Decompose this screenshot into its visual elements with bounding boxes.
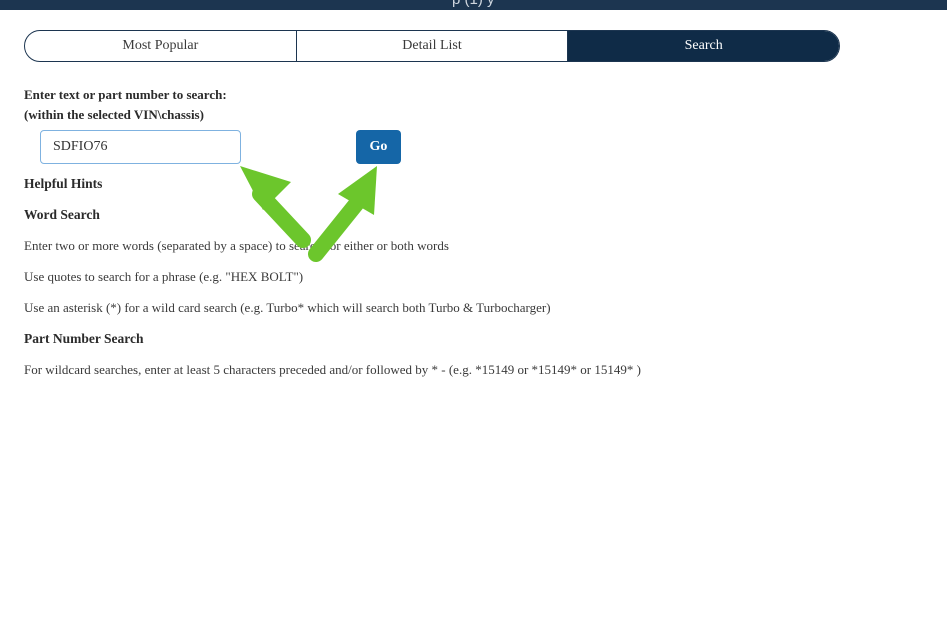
search-prompt-line-2: (within the selected VIN\chassis): [24, 107, 204, 122]
top-banner: p (1) y: [0, 0, 947, 10]
tab-search[interactable]: Search: [567, 31, 839, 61]
arrow-to-input-icon: [240, 166, 311, 248]
part-number-search-hint: For wildcard searches, enter at least 5 …: [24, 362, 641, 377]
go-button[interactable]: Go: [356, 130, 401, 164]
tab-detail-list[interactable]: Detail List: [295, 31, 568, 61]
search-input[interactable]: [40, 130, 241, 164]
part-number-search-heading: Part Number Search: [24, 331, 144, 346]
tab-most-popular[interactable]: Most Popular: [25, 31, 296, 61]
search-prompt-line-1: Enter text or part number to search:: [24, 87, 227, 102]
word-search-hint-1: Enter two or more words (separated by a …: [24, 238, 449, 253]
helpful-hints-title: Helpful Hints: [24, 176, 103, 191]
view-tabs: Most Popular Detail List Search: [24, 30, 840, 62]
word-search-heading: Word Search: [24, 207, 100, 222]
top-banner-text: p (1) y: [452, 0, 495, 8]
search-prompt: Enter text or part number to search: (wi…: [24, 85, 227, 125]
word-search-hint-2: Use quotes to search for a phrase (e.g. …: [24, 269, 304, 284]
word-search-hint-3: Use an asterisk (*) for a wild card sear…: [24, 300, 551, 315]
